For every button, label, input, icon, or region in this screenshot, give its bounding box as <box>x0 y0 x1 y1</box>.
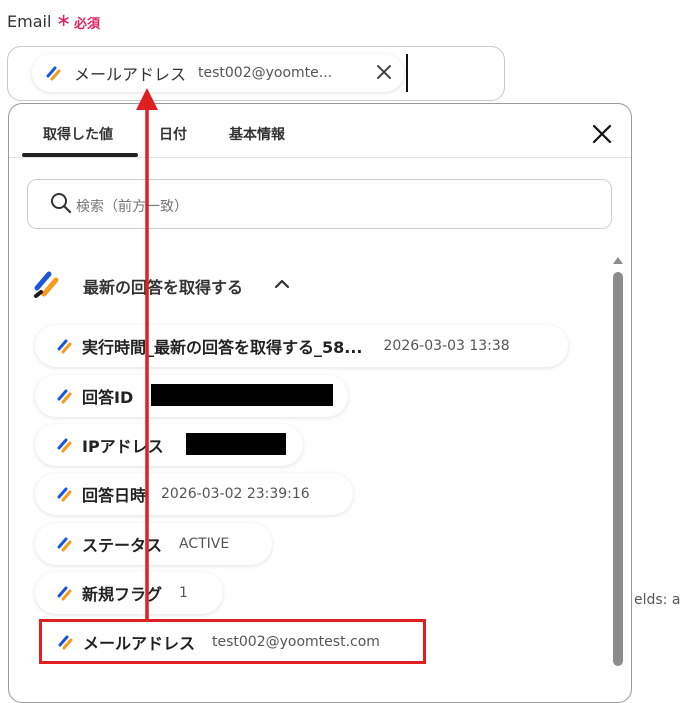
app-logo-icon <box>57 487 72 502</box>
app-logo-icon <box>57 339 72 354</box>
list-item[interactable]: IPアドレス <box>35 424 303 466</box>
item-value: 1 <box>179 585 188 601</box>
tab-retrieved-values[interactable]: 取得した値 <box>43 124 113 144</box>
remove-chip-icon[interactable] <box>374 62 394 82</box>
app-logo-icon <box>57 586 72 601</box>
email-input-field[interactable]: メールアドレス test002@yoomte... <box>7 46 505 101</box>
required-asterisk: ∗ <box>56 10 72 31</box>
tab-basic-info[interactable]: 基本情報 <box>229 124 285 144</box>
scroll-up-arrow-icon[interactable] <box>612 254 624 266</box>
chip-value: test002@yoomte... <box>198 65 333 81</box>
text-cursor <box>406 54 408 92</box>
list-item[interactable]: 回答日時 2026-03-02 23:39:16 <box>35 473 353 515</box>
item-value: 2026-03-03 13:38 <box>383 338 510 354</box>
chip-name: メールアドレス <box>74 65 187 84</box>
item-value: 2026-03-02 23:39:16 <box>161 486 310 502</box>
app-logo-icon <box>57 537 72 552</box>
close-icon[interactable] <box>590 122 614 146</box>
search-icon <box>51 193 72 214</box>
required-text: 必須 <box>74 17 101 32</box>
item-name: 回答ID <box>82 388 134 407</box>
redacted-value <box>151 384 333 406</box>
selected-value-chip[interactable]: メールアドレス test002@yoomte... <box>32 54 404 92</box>
app-logo-icon <box>57 389 72 404</box>
annotation-highlight-box <box>39 619 426 664</box>
app-logo-icon <box>34 271 59 298</box>
item-name: 実行時間_最新の回答を取得する_58... <box>82 338 363 357</box>
app-logo-icon <box>46 66 61 81</box>
chevron-up-icon[interactable] <box>273 277 291 291</box>
list-item[interactable]: 実行時間_最新の回答を取得する_58... 2026-03-03 13:38 <box>35 325 568 367</box>
app-logo-icon <box>57 438 72 453</box>
background-text: elds: ar <box>634 592 681 608</box>
list-item[interactable]: 回答ID <box>35 375 348 417</box>
tab-divider <box>9 157 631 158</box>
field-label: Email <box>7 12 52 31</box>
scrollbar-thumb[interactable] <box>613 272 623 666</box>
redacted-value <box>186 433 286 455</box>
list-item[interactable]: 新規フラグ 1 <box>35 572 223 614</box>
annotation-arrow-icon <box>136 88 158 620</box>
item-value: ACTIVE <box>179 536 230 552</box>
